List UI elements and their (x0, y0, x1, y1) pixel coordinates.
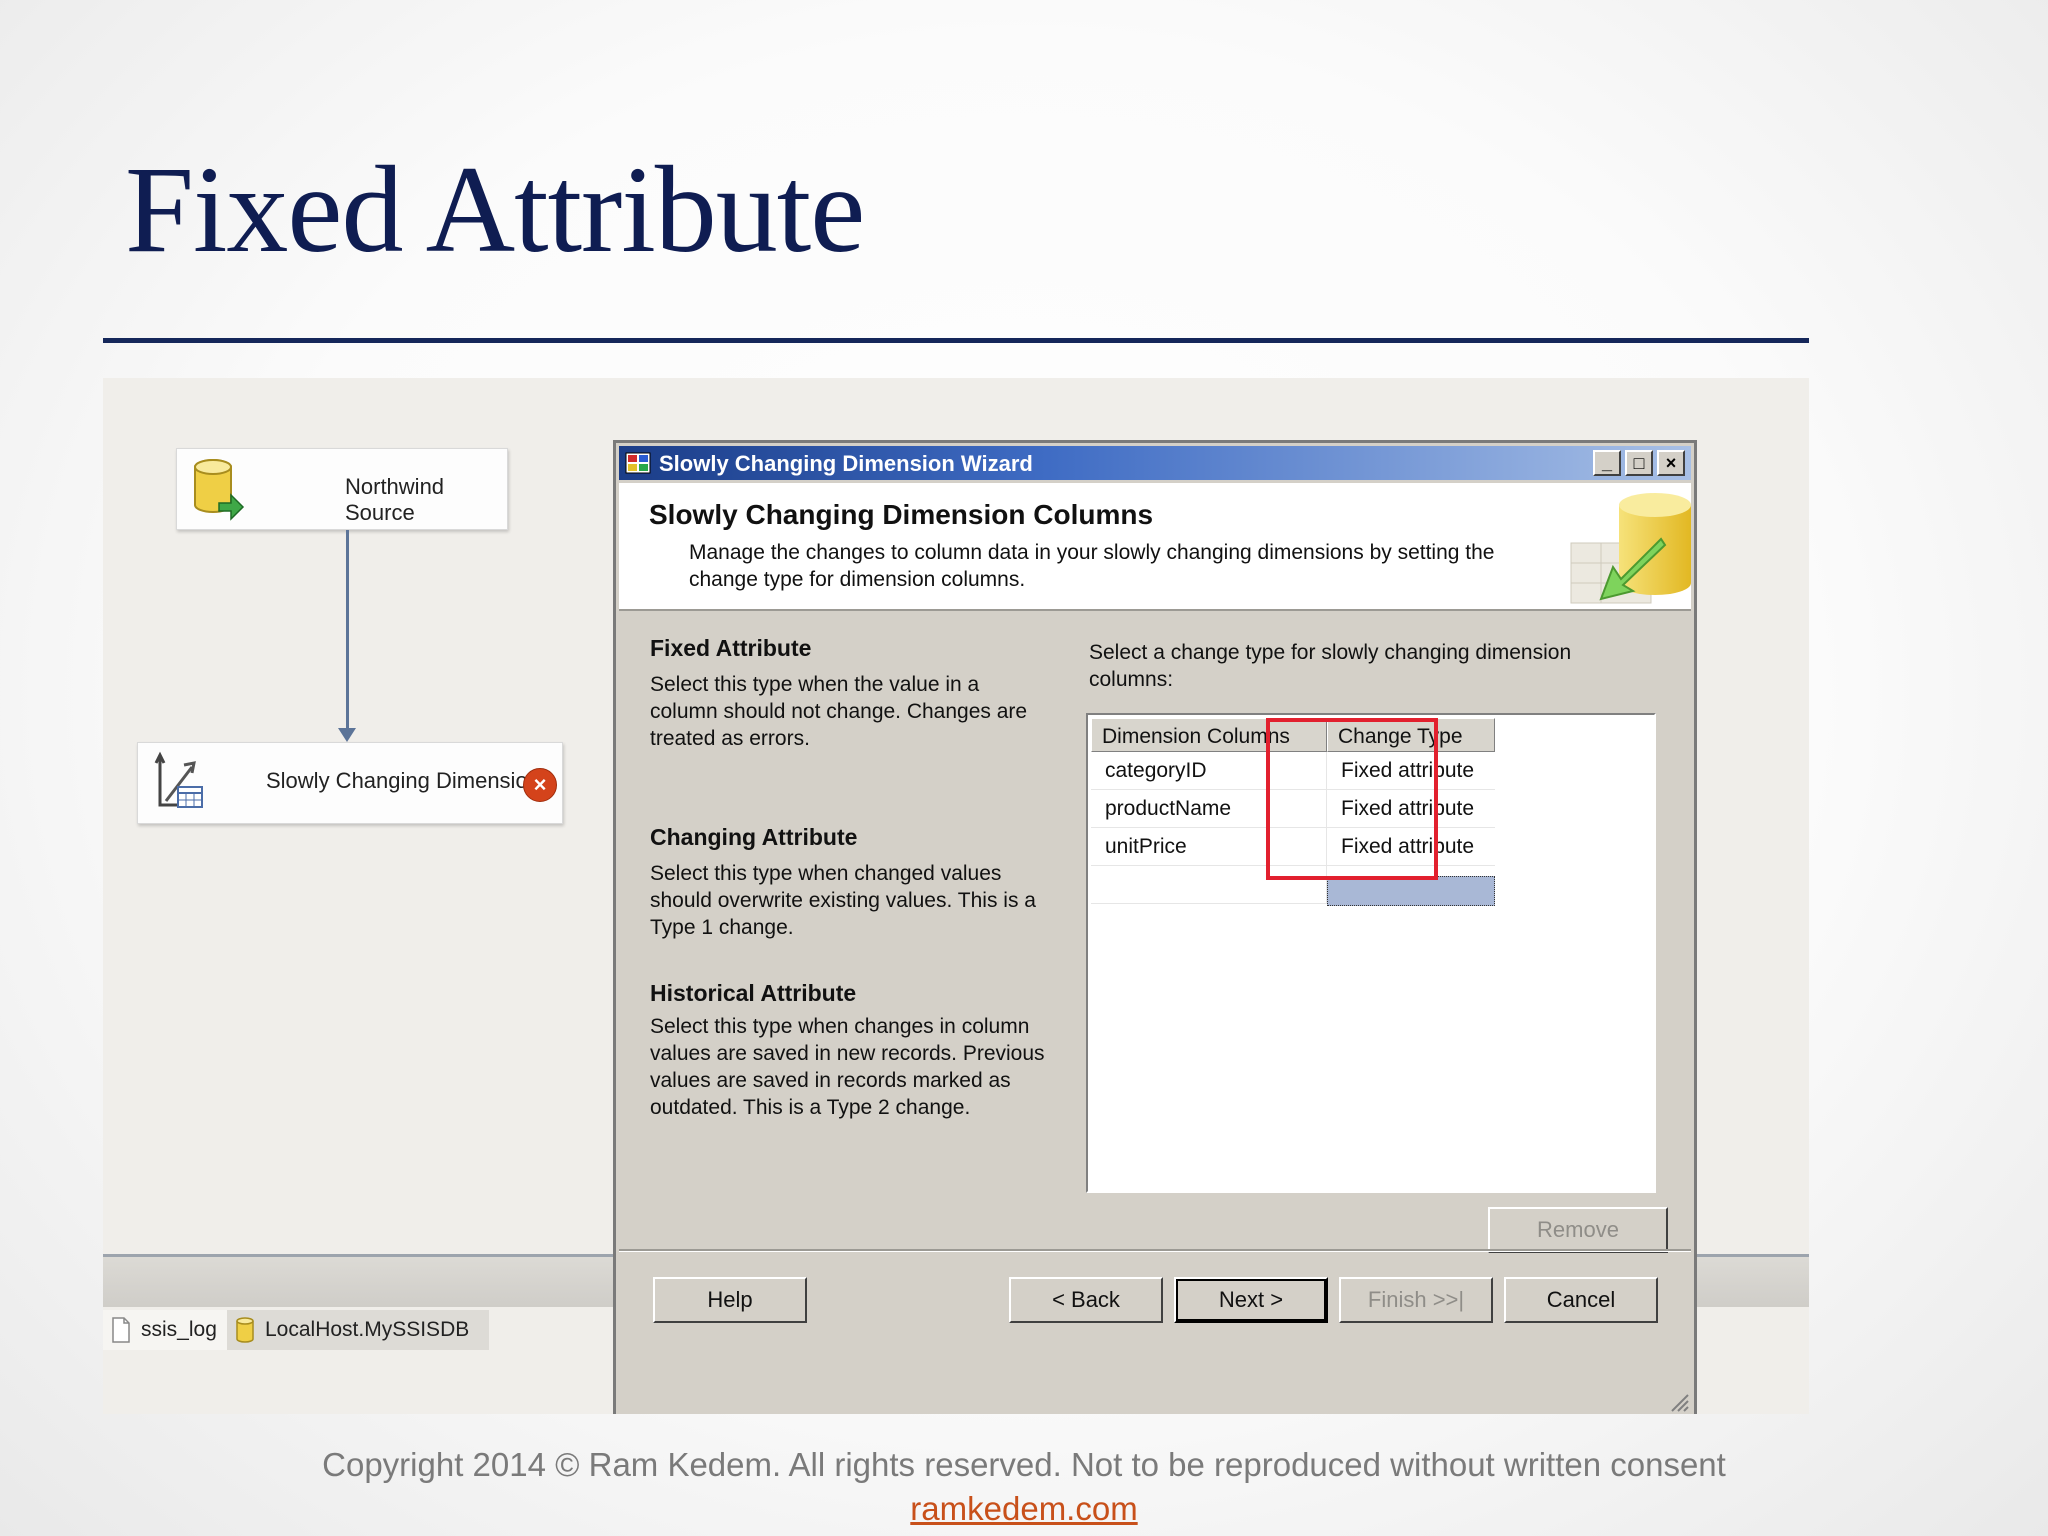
close-button[interactable]: × (1657, 450, 1685, 476)
grid-cell-change-type[interactable]: Fixed attribute (1327, 828, 1495, 866)
historical-attribute-heading: Historical Attribute (650, 980, 857, 1006)
changing-attribute-description: Select this type when changed values sho… (650, 862, 1036, 939)
wizard-banner-icon (1570, 493, 1691, 604)
fixed-attribute-description: Select this type when the value in a col… (650, 673, 1028, 750)
footer-separator (619, 1249, 1691, 1252)
grid-cell-column[interactable]: unitPrice (1091, 828, 1327, 866)
grid-new-row-column[interactable] (1091, 866, 1327, 904)
data-flow-arrowhead (338, 728, 356, 742)
data-flow-path[interactable] (346, 530, 349, 732)
grid-cell-column[interactable]: productName (1091, 790, 1327, 828)
maximize-button[interactable]: □ (1625, 450, 1653, 476)
resize-grip-icon[interactable] (1666, 1389, 1690, 1413)
next-button[interactable]: Next > (1174, 1277, 1328, 1323)
flat-file-icon (112, 1317, 130, 1343)
connection-manager-ssis-log[interactable]: ssis_log (103, 1310, 237, 1350)
slide-title: Fixed Attribute (125, 141, 865, 278)
northwind-source-node[interactable]: Northwind Source (176, 448, 508, 530)
database-source-icon (194, 459, 245, 521)
connection-label: LocalHost.MySSISDB (265, 1318, 470, 1341)
scd-transform-node[interactable]: Slowly Changing Dimension (137, 742, 563, 824)
fixed-attribute-heading: Fixed Attribute (650, 635, 812, 661)
scd-transform-icon (154, 751, 203, 808)
connection-manager-localhost[interactable]: LocalHost.MySSISDB (227, 1310, 489, 1350)
scd-node-label: Slowly Changing Dimension (266, 768, 540, 793)
source-node-label: Northwind Source (345, 474, 445, 525)
remove-button[interactable]: Remove (1488, 1207, 1668, 1253)
title-divider (103, 338, 1809, 343)
historical-attribute-description: Select this type when changes in column … (650, 1015, 1045, 1119)
website-link[interactable]: ramkedem.com (0, 1490, 2048, 1528)
finish-button[interactable]: Finish >>| (1339, 1277, 1493, 1323)
dialog-titlebar[interactable]: Slowly Changing Dimension Wizard _ □ × (619, 446, 1691, 480)
column-header-change-type[interactable]: Change Type (1327, 718, 1495, 752)
page-description: Manage the changes to column data in you… (689, 541, 1495, 591)
grid-cell-change-type[interactable]: Fixed attribute (1327, 752, 1495, 790)
connection-label: ssis_log (141, 1318, 217, 1341)
grid-cell-column[interactable]: categoryID (1091, 752, 1327, 790)
page-title: Slowly Changing Dimension Columns (649, 499, 1154, 530)
grid-prompt: Select a change type for slowly changing… (1089, 641, 1572, 691)
copyright-notice: Copyright 2014 © Ram Kedem. All rights r… (322, 1446, 1726, 1483)
cancel-button[interactable]: Cancel (1504, 1277, 1658, 1323)
dialog-title: Slowly Changing Dimension Wizard (659, 451, 1033, 476)
wizard-app-icon (625, 452, 651, 474)
wizard-header: Slowly Changing Dimension Columns Manage… (619, 483, 1691, 611)
grid-new-row-change-type[interactable] (1327, 876, 1495, 906)
database-icon (236, 1317, 254, 1343)
dimension-columns-grid[interactable]: Dimension Columns Change Type categoryID… (1086, 713, 1656, 1193)
minimize-button[interactable]: _ (1593, 450, 1621, 476)
column-header-dimension[interactable]: Dimension Columns (1091, 718, 1327, 752)
help-button[interactable]: Help (653, 1277, 807, 1323)
back-button[interactable]: < Back (1009, 1277, 1163, 1323)
grid-cell-change-type[interactable]: Fixed attribute (1327, 790, 1495, 828)
error-icon[interactable]: × (523, 768, 557, 802)
screenshot-panel: Northwind Source Slowly Changing Dimensi… (103, 378, 1809, 1414)
changing-attribute-heading: Changing Attribute (650, 824, 858, 850)
scd-wizard-dialog: Slowly Changing Dimension Wizard _ □ × S… (613, 440, 1697, 1414)
